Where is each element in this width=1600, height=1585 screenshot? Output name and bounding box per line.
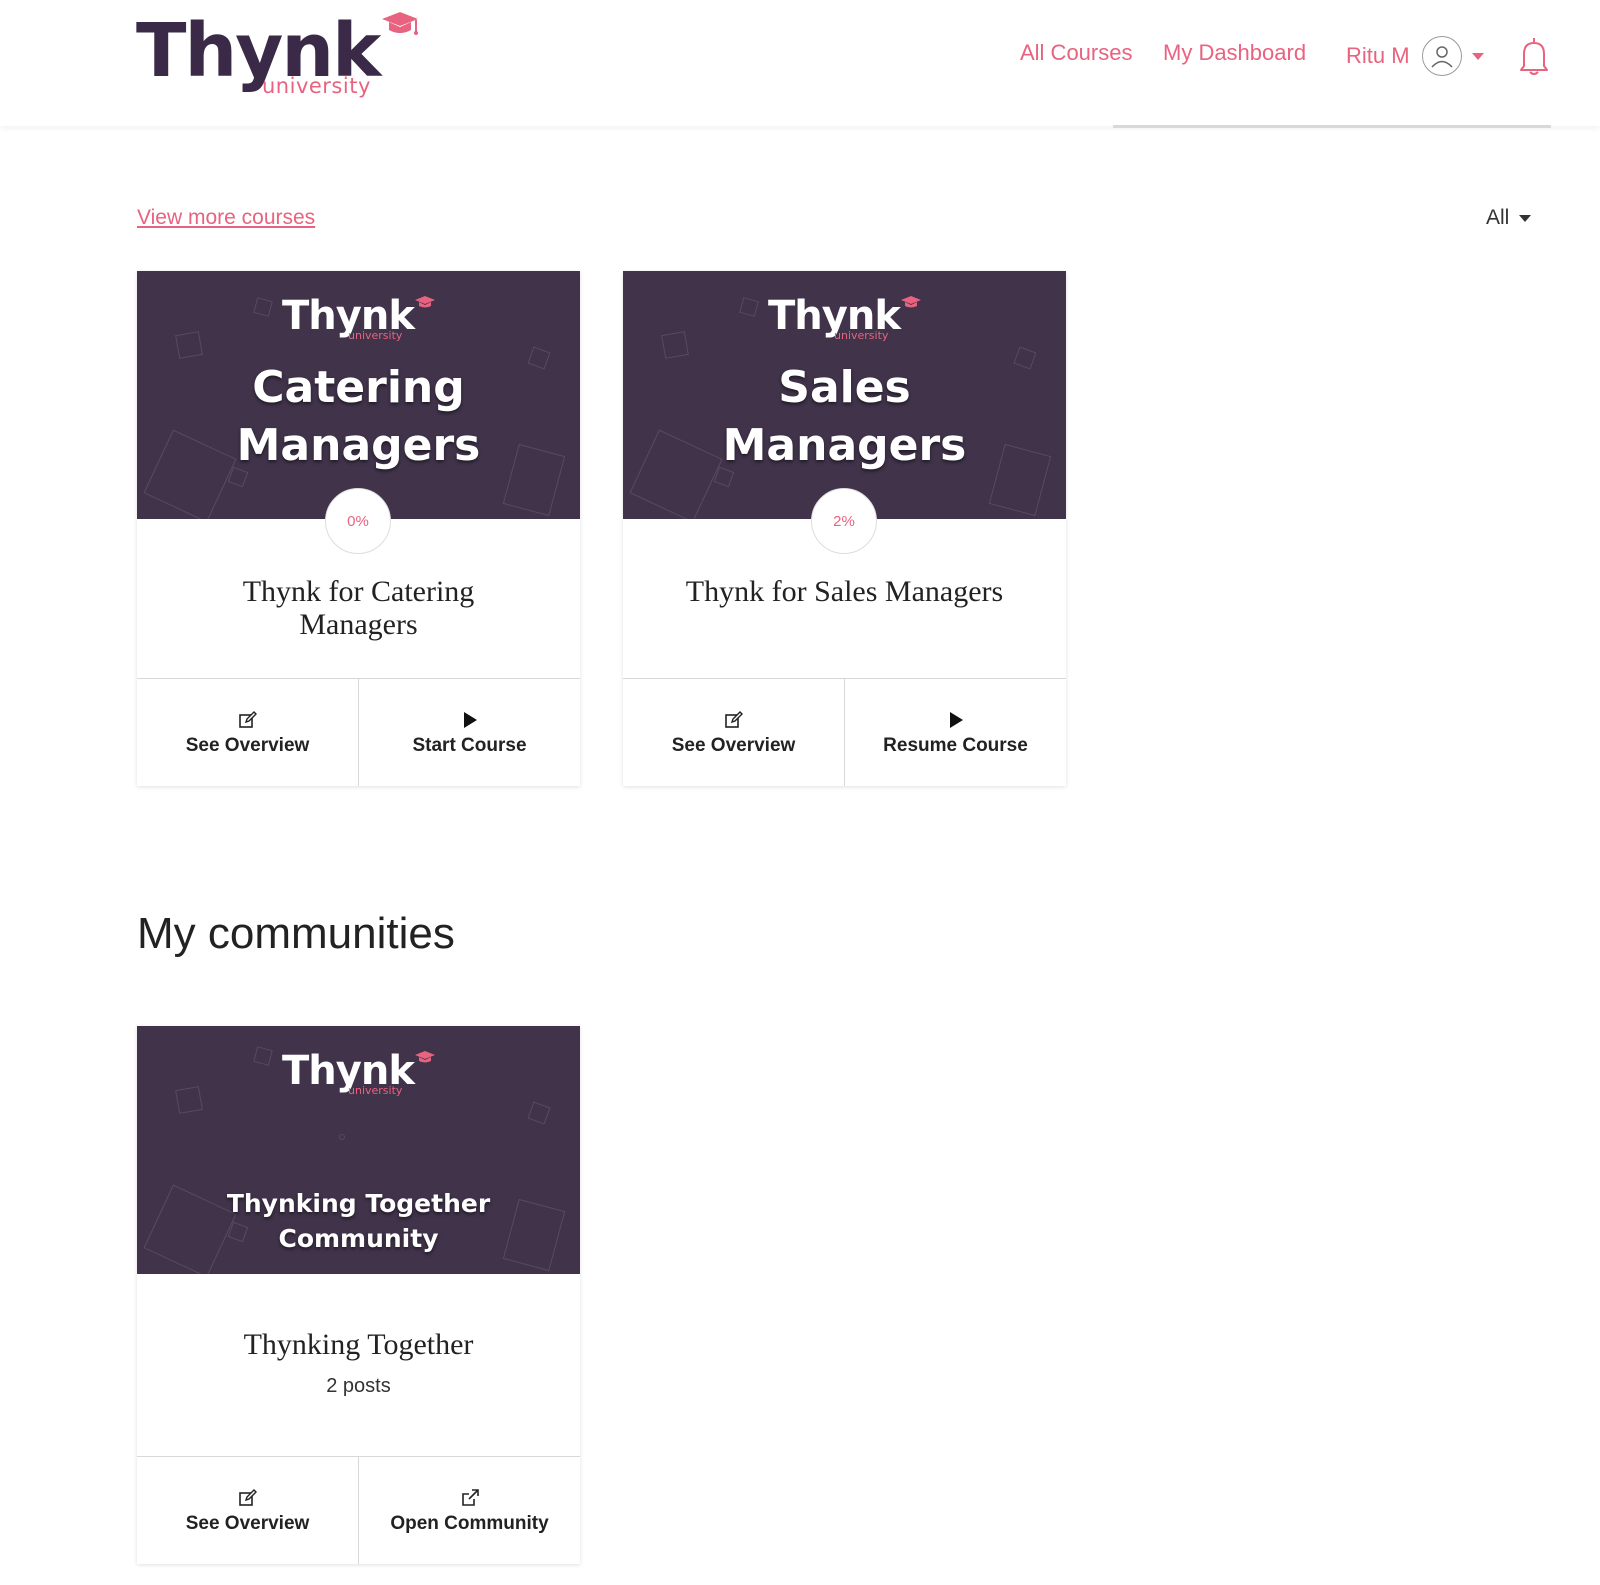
see-overview-button[interactable]: See Overview [137,1457,358,1564]
community-banner[interactable]: Thynk university Thynking Together Commu… [137,1026,580,1274]
edit-icon [723,709,745,731]
edit-icon [237,1487,259,1509]
start-course-button[interactable]: Start Course [358,679,580,786]
card-body: Thynking Together 2 posts [137,1274,580,1457]
course-card: Thynk university Sales Managers 2% Thynk… [623,271,1066,786]
user-name: Ritu M [1346,43,1410,68]
banner-logo: Thynk university [282,289,442,349]
filter-value: All [1486,206,1510,229]
banner-logo: Thynk university [768,289,928,349]
see-overview-button[interactable]: See Overview [623,679,844,786]
course-banner[interactable]: Thynk university Catering Managers [137,271,580,519]
communities-heading: My communities [137,909,455,958]
open-community-button[interactable]: Open Community [358,1457,580,1564]
logo-subtitle: university [262,74,371,98]
banner-title: Sales Managers [722,362,967,471]
thynk-logo[interactable]: Thynk university [136,6,426,106]
card-actions: See Overview Start Course [137,679,580,786]
header-divider [1113,125,1551,128]
course-title[interactable]: Thynk for Sales Managers [645,575,1045,608]
top-header: Thynk university All Courses My Dashboar… [0,0,1600,126]
community-card: Thynk university Thynking Together Commu… [137,1026,580,1564]
community-title[interactable]: Thynking Together [209,1328,509,1361]
progress-badge: 0% [325,488,391,554]
bell-icon[interactable] [1518,36,1550,76]
nav-my-dashboard[interactable]: My Dashboard [1163,38,1306,68]
avatar-icon [1421,36,1462,76]
chevron-down-icon [1519,214,1532,222]
play-icon [945,709,967,731]
progress-badge: 2% [811,488,877,554]
resume-course-button[interactable]: Resume Course [844,679,1066,786]
card-actions: See Overview Resume Course [623,679,1066,786]
card-actions: See Overview Open Community [137,1457,580,1564]
user-menu[interactable]: Ritu M [1346,36,1484,76]
graduation-cap-icon [382,12,418,35]
course-card: Thynk university Catering Managers 0% Th… [137,271,580,786]
graduation-cap-icon [415,1051,435,1063]
course-title[interactable]: Thynk for Catering Managers [209,575,509,641]
edit-icon [237,709,259,731]
external-link-icon [459,1487,481,1509]
see-overview-button[interactable]: See Overview [137,679,358,786]
nav-all-courses[interactable]: All Courses [1020,38,1132,68]
view-more-courses-link[interactable]: View more courses [137,206,315,230]
banner-title: Catering Managers [236,362,481,471]
post-count: 2 posts [326,1375,391,1397]
play-icon [459,709,481,731]
chevron-down-icon [1471,52,1484,60]
course-filter-dropdown[interactable]: All [1486,206,1532,230]
banner-title: Thynking Together Community [226,1189,491,1253]
course-banner[interactable]: Thynk university Sales Managers [623,271,1066,519]
graduation-cap-icon [415,296,435,308]
banner-logo: Thynk university [282,1044,442,1104]
graduation-cap-icon [901,296,921,308]
